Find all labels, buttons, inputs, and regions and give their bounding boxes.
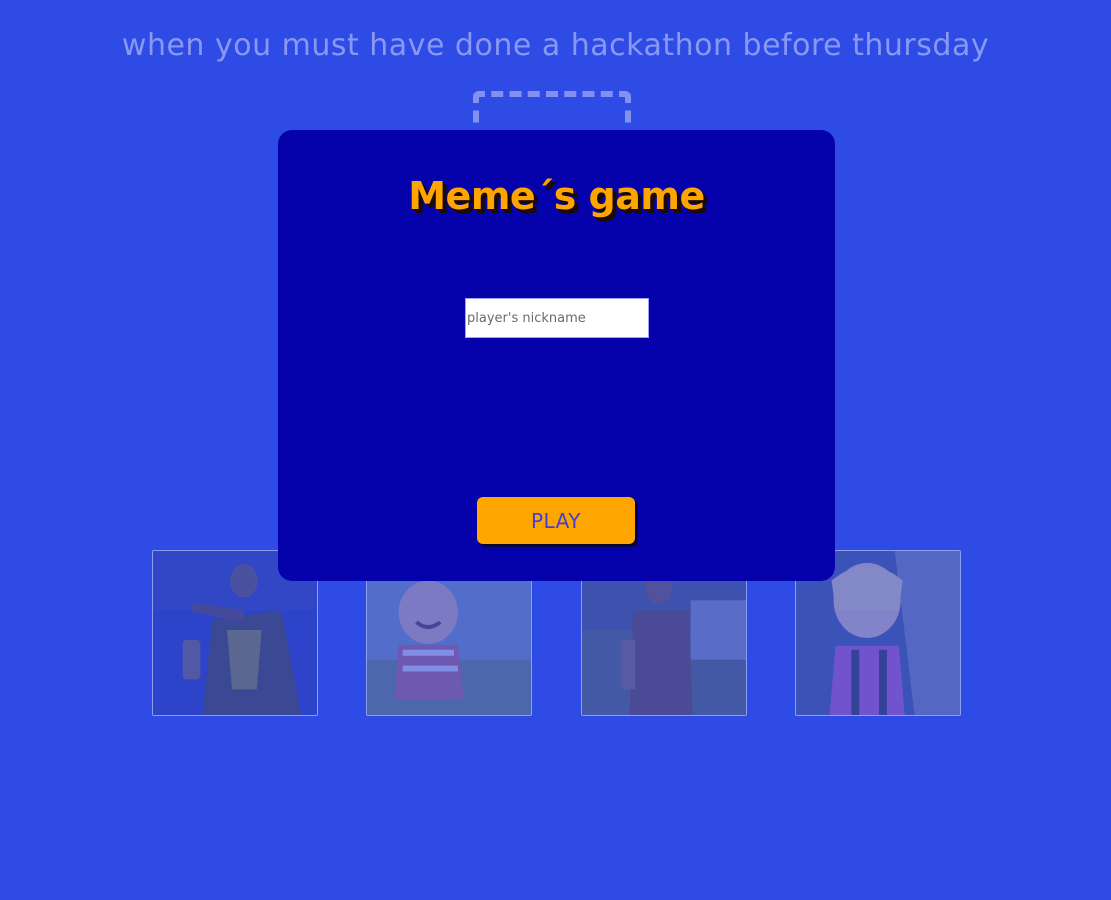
start-modal: Meme´s game PLAY [278, 130, 835, 581]
meme-prompt: when you must have done a hackathon befo… [121, 28, 990, 63]
play-button[interactable]: PLAY [477, 497, 635, 544]
nickname-input[interactable] [465, 298, 649, 338]
game-title: Meme´s game [408, 174, 705, 218]
